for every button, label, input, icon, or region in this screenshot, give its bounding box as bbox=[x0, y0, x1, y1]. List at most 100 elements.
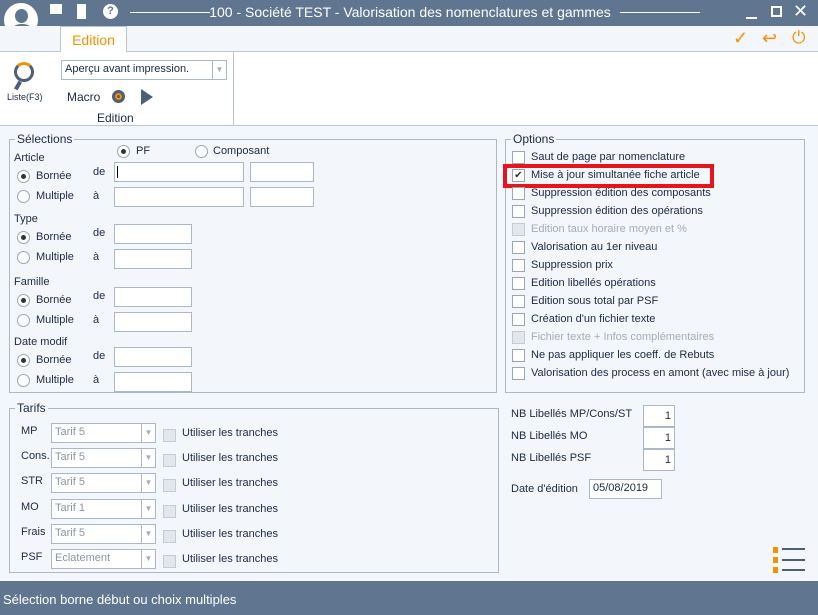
tarif-select[interactable]: Eclatement ▼ bbox=[51, 549, 156, 569]
article-to-input[interactable] bbox=[114, 187, 244, 207]
option-checkbox[interactable] bbox=[512, 241, 525, 254]
option-label: Fichier texte + Infos complémentaires bbox=[531, 331, 715, 343]
option-label: Edition libellés opérations bbox=[531, 277, 656, 289]
menu-list-icon[interactable] bbox=[773, 547, 805, 573]
chevron-down-icon: ▼ bbox=[212, 61, 226, 79]
famille-from-input[interactable] bbox=[114, 287, 192, 307]
tranches-checkbox[interactable] bbox=[163, 530, 176, 543]
type-to-input[interactable] bbox=[114, 249, 192, 269]
article-label: Article bbox=[14, 152, 45, 164]
type-bornee-radio[interactable] bbox=[17, 231, 30, 244]
famille-to-input[interactable] bbox=[114, 312, 192, 332]
selections-legend: Sélections bbox=[15, 132, 75, 146]
a-label: à bbox=[93, 374, 100, 386]
tranches-checkbox[interactable] bbox=[163, 429, 176, 442]
date-modif-from-input[interactable] bbox=[114, 347, 192, 367]
option-checkbox[interactable] bbox=[512, 187, 525, 200]
option-checkbox[interactable] bbox=[512, 259, 525, 272]
option-checkbox[interactable] bbox=[512, 295, 525, 308]
bornee-label: Bornée bbox=[36, 294, 72, 306]
de-label: de bbox=[93, 350, 106, 362]
power-icon[interactable]: ⏻ bbox=[792, 28, 805, 48]
tab-edition[interactable]: Edition bbox=[60, 26, 127, 53]
list-label: Liste(F3) bbox=[7, 92, 43, 102]
composant-radio[interactable] bbox=[195, 145, 208, 158]
famille-bornee-radio[interactable] bbox=[17, 294, 30, 307]
chevron-down-icon: ▼ bbox=[141, 424, 155, 442]
nb-label: NB Libellés PSF bbox=[511, 452, 592, 464]
option-label: Mise à jour simultanée fiche article bbox=[531, 169, 700, 181]
validate-icon[interactable]: ✓ bbox=[733, 28, 748, 49]
article-to-input-2[interactable] bbox=[250, 187, 314, 207]
option-checkbox[interactable] bbox=[512, 367, 525, 380]
tarif-value: Tarif 5 bbox=[55, 527, 85, 539]
calculator-icon[interactable] bbox=[77, 4, 86, 19]
article-from-input-2[interactable] bbox=[250, 162, 314, 182]
article-bornee-radio[interactable] bbox=[17, 170, 30, 183]
tranches-checkbox[interactable] bbox=[163, 555, 176, 568]
bornee-label: Bornée bbox=[36, 354, 72, 366]
tarif-select[interactable]: Tarif 5 ▼ bbox=[51, 524, 156, 544]
option-label: Suppression prix bbox=[531, 259, 613, 271]
macro-label: Macro bbox=[67, 90, 101, 104]
multiple-label: Multiple bbox=[36, 190, 74, 202]
tarif-select[interactable]: Tarif 5 ▼ bbox=[51, 423, 156, 443]
date-modif-to-input[interactable] bbox=[114, 372, 192, 392]
close-button[interactable]: ✕ bbox=[793, 1, 808, 22]
pf-label: PF bbox=[136, 145, 151, 157]
tranches-checkbox[interactable] bbox=[163, 454, 176, 467]
de-label: de bbox=[93, 166, 106, 178]
date-modif-bornee-radio[interactable] bbox=[17, 354, 30, 367]
minimize-button[interactable] bbox=[746, 17, 757, 19]
nb-field[interactable]: 1 bbox=[643, 449, 675, 471]
option-checkbox[interactable] bbox=[512, 313, 525, 326]
undo-icon[interactable]: ↩ bbox=[762, 28, 777, 49]
maximize-button[interactable] bbox=[771, 6, 782, 17]
option-label: Valorisation au 1er niveau bbox=[531, 241, 658, 253]
tarif-select[interactable]: Tarif 5 ▼ bbox=[51, 448, 156, 468]
tranches-checkbox[interactable] bbox=[163, 479, 176, 492]
option-label: Valorisation des process en amont (avec … bbox=[531, 367, 790, 379]
tarif-select[interactable]: Tarif 5 ▼ bbox=[51, 473, 156, 493]
record-macro-icon[interactable] bbox=[112, 90, 125, 103]
output-select[interactable]: Aperçu avant impression. ▼ bbox=[61, 60, 227, 80]
tarif-value: Tarif 5 bbox=[55, 476, 85, 488]
date-modif-multiple-radio[interactable] bbox=[17, 374, 30, 387]
tarif-label-mp: MP bbox=[21, 425, 38, 437]
tranches-checkbox[interactable] bbox=[163, 505, 176, 518]
date-modif-label: Date modif bbox=[14, 336, 68, 348]
play-macro-icon[interactable] bbox=[141, 89, 153, 105]
title-bar: ? 100 - Société TEST - Valorisation des … bbox=[0, 0, 818, 39]
de-label: de bbox=[93, 227, 106, 239]
date-field[interactable]: 05/08/2019 bbox=[589, 479, 662, 499]
type-from-input[interactable] bbox=[114, 224, 192, 244]
pf-radio[interactable] bbox=[117, 145, 130, 158]
tranches-label: Utiliser les tranches bbox=[182, 553, 278, 565]
tarif-select[interactable]: Tarif 1 ▼ bbox=[51, 499, 156, 519]
tranches-label: Utiliser les tranches bbox=[182, 477, 278, 489]
bornee-label: Bornée bbox=[36, 170, 72, 182]
option-checkbox[interactable]: ✔ bbox=[512, 169, 525, 182]
option-checkbox[interactable] bbox=[512, 205, 525, 218]
option-label: Saut de page par nomenclature bbox=[531, 151, 686, 163]
option-checkbox[interactable] bbox=[512, 349, 525, 362]
option-checkbox[interactable] bbox=[512, 277, 525, 290]
option-checkbox[interactable] bbox=[512, 151, 525, 164]
text-cursor bbox=[117, 166, 118, 178]
article-multiple-radio[interactable] bbox=[17, 190, 30, 203]
type-label: Type bbox=[14, 213, 38, 225]
option-label: Suppression édition des opérations bbox=[531, 205, 703, 217]
option-label: Création d'un fichier texte bbox=[531, 313, 656, 325]
tranches-label: Utiliser les tranches bbox=[182, 528, 278, 540]
chevron-down-icon: ▼ bbox=[141, 525, 155, 543]
list-button[interactable]: Liste(F3) bbox=[4, 60, 44, 108]
chevron-down-icon: ▼ bbox=[141, 474, 155, 492]
nb-field[interactable]: 1 bbox=[643, 405, 675, 427]
monitor-icon[interactable] bbox=[50, 4, 62, 14]
help-icon[interactable]: ? bbox=[103, 4, 118, 19]
nb-field[interactable]: 1 bbox=[643, 427, 675, 449]
article-from-input[interactable] bbox=[114, 162, 244, 182]
type-multiple-radio[interactable] bbox=[17, 251, 30, 264]
famille-multiple-radio[interactable] bbox=[17, 314, 30, 327]
a-label: à bbox=[93, 251, 100, 263]
